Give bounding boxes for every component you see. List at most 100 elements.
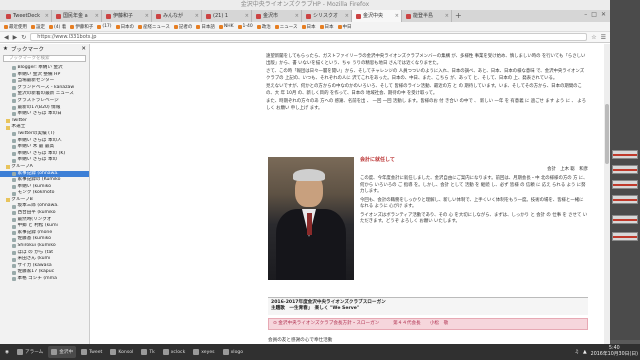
bookmark-folder[interactable]: 木運士 bbox=[0, 124, 89, 131]
bookmark-item[interactable]: Shirokui (kumiko bbox=[0, 243, 89, 250]
clock[interactable]: 5:40 2016年10月30日(日) bbox=[591, 346, 638, 358]
tab-close-icon[interactable]: × bbox=[345, 10, 351, 22]
bookmark-toolbar-item[interactable]: (17) bbox=[97, 24, 112, 29]
bookmark-item[interactable]: 奉納い さらば 本の (K) bbox=[0, 151, 89, 158]
tab-close-icon[interactable]: × bbox=[145, 10, 151, 22]
bookmark-folder[interactable]: グループB bbox=[0, 197, 89, 204]
browser-tab[interactable]: TweetDeck × bbox=[2, 10, 52, 22]
taskbar-item[interactable]: Konsol bbox=[107, 346, 136, 358]
bookmark-folder[interactable]: グループA bbox=[0, 164, 89, 171]
bookmark-item[interactable]: 坂本三郎 (ohnawa. bbox=[0, 203, 89, 210]
bookmark-search-input[interactable]: ブックマークを検索 bbox=[3, 55, 86, 62]
bookmark-toolbar-item[interactable]: (4) 着 bbox=[49, 24, 66, 30]
bookmark-star-icon[interactable]: ☆ bbox=[591, 34, 596, 41]
bookmark-item[interactable]: 家事記録の (Kumiko bbox=[0, 177, 89, 184]
forward-icon[interactable]: ▶ bbox=[13, 34, 18, 41]
background-window-thumbnail[interactable] bbox=[612, 215, 638, 224]
bookmark-toolbar-item[interactable]: 政治 bbox=[256, 24, 271, 30]
bookmark-item[interactable]: 家事記録 (mone bbox=[0, 230, 89, 237]
bookmark-item[interactable]: 金沢の新着の最新 ニュース bbox=[0, 91, 89, 98]
bookmark-item[interactable]: 佐藤家17 (kapuc bbox=[0, 269, 89, 276]
background-window-thumbnail[interactable] bbox=[612, 150, 638, 159]
taskbar-item[interactable]: アラーム bbox=[14, 346, 46, 358]
bookmark-toolbar-item[interactable]: 設定 bbox=[31, 24, 45, 30]
bookmark-item[interactable]: 中郷 と 村松 (kumi bbox=[0, 223, 89, 230]
background-window-thumbnail[interactable] bbox=[612, 180, 638, 189]
bookmark-toolbar-item[interactable]: 記者の bbox=[173, 24, 192, 30]
url-bar[interactable]: https://www.l331bots.jp bbox=[30, 33, 588, 41]
bookmark-toolbar-item[interactable]: 日本の bbox=[115, 24, 134, 30]
bookmark-toolbar-item[interactable]: 産経ニュース bbox=[138, 24, 170, 30]
taskbar-item[interactable]: xeyes bbox=[190, 346, 217, 358]
bookmark-item[interactable]: サイカ (kawasa bbox=[0, 263, 89, 270]
menu-icon[interactable]: ☰ bbox=[601, 34, 606, 41]
browser-tab[interactable]: みんなが × bbox=[152, 10, 202, 22]
taskbar-item[interactable]: 金沢中 bbox=[48, 346, 77, 358]
bookmark-item[interactable]: 奉納い さらば 本の日 bbox=[0, 111, 89, 118]
bookmark-toolbar-item[interactable]: 伊藤和子 bbox=[70, 24, 93, 30]
tab-close-icon[interactable]: × bbox=[395, 10, 401, 22]
taskbar-item[interactable]: Tweet bbox=[78, 346, 105, 358]
bookmark-toolbar-item[interactable]: 1-40 bbox=[237, 24, 253, 29]
tab-close-icon[interactable]: × bbox=[45, 10, 51, 22]
browser-tab[interactable]: 国民年金 a × bbox=[52, 10, 102, 22]
bookmark-toolbar-item[interactable]: ニュース bbox=[274, 24, 298, 30]
browser-tab[interactable]: 金沢市 × bbox=[252, 10, 302, 22]
taskbar-item[interactable]: xlogo bbox=[220, 346, 247, 358]
bookmark-item[interactable]: 当場最新センター bbox=[0, 78, 89, 85]
new-tab-button[interactable]: + bbox=[452, 10, 465, 22]
bookmark-item[interactable]: 佐藤基 (kumiko bbox=[0, 236, 89, 243]
back-icon[interactable]: ◀ bbox=[4, 34, 9, 41]
taskbar-item[interactable]: xclock bbox=[160, 346, 188, 358]
tab-close-icon[interactable]: × bbox=[195, 10, 201, 22]
bookmark-item[interactable]: グランドベース - kanazaw bbox=[0, 85, 89, 92]
close-sidebar-icon[interactable]: ✕ bbox=[81, 46, 89, 52]
browser-tab[interactable]: 金沢中央 × bbox=[352, 10, 402, 22]
bookmark-item[interactable]: ぼぼ の から (tat bbox=[0, 250, 89, 257]
browser-tab[interactable]: 能登半島 × bbox=[402, 10, 452, 22]
close-icon[interactable]: ✕ bbox=[601, 11, 606, 18]
minimize-icon[interactable]: – bbox=[584, 11, 587, 18]
taskbar-item[interactable]: Tk bbox=[138, 346, 157, 358]
bookmark-item[interactable]: 奉納い 金沢 整備 HP bbox=[0, 72, 89, 79]
background-window-thumbnail[interactable] bbox=[612, 165, 638, 174]
scroll-thumb[interactable] bbox=[605, 104, 609, 164]
bookmark-item[interactable]: 奉納い (kumiko bbox=[0, 184, 89, 191]
bookmark-item[interactable]: 奉納い 木 最 最高 bbox=[0, 144, 89, 151]
bookmark-item[interactable]: 本格 ゴシチ (mma bbox=[0, 276, 89, 283]
bookmark-toolbar-item[interactable]: 最近使用 bbox=[4, 24, 27, 30]
maximize-icon[interactable]: □ bbox=[591, 11, 597, 18]
bookmark-item[interactable]: 最然時(リンクオ bbox=[0, 217, 89, 224]
background-window-thumbnail[interactable] bbox=[612, 195, 638, 204]
vertical-scrollbar[interactable] bbox=[604, 44, 610, 344]
tab-close-icon[interactable]: × bbox=[445, 10, 451, 22]
network-icon[interactable]: ▲ bbox=[583, 350, 587, 355]
bookmark-item[interactable]: Blogger: 奉納い 金沢 bbox=[0, 65, 89, 72]
bookmark-item[interactable]: 奉納い さらば 本の bbox=[0, 157, 89, 164]
browser-tab[interactable]: シリスクオ × bbox=[302, 10, 352, 22]
background-window-thumbnail[interactable] bbox=[612, 232, 638, 241]
bookmark-item[interactable]: モンク (kokmoto bbox=[0, 190, 89, 197]
tab-close-icon[interactable]: × bbox=[95, 10, 101, 22]
section-link-bar[interactable]: ⊙ 金沢中央ライオンズクラブ会長方針・スローガン 第４４代会長 小松 敬 bbox=[268, 318, 588, 330]
start-menu-icon[interactable]: ◉ bbox=[2, 346, 12, 358]
bookmark-toolbar-item[interactable]: NHK bbox=[218, 24, 234, 29]
bookmark-item[interactable]: 奉納い さらば 本の人 bbox=[0, 138, 89, 145]
bookmark-item[interactable]: 西台田平 (kumiko bbox=[0, 210, 89, 217]
tab-close-icon[interactable]: × bbox=[295, 10, 301, 22]
reload-icon[interactable]: ↻ bbox=[21, 34, 26, 41]
bookmark-item[interactable]: 最新の17(B20) 情報 bbox=[0, 105, 89, 112]
bookmark-item[interactable]: 家事記録 (ohnawa. bbox=[0, 170, 89, 178]
browser-tab[interactable]: (21) 1 × bbox=[202, 10, 252, 22]
bookmark-folder[interactable]: Twitter bbox=[0, 118, 89, 125]
bookmark-item[interactable]: 米田さん (kumi bbox=[0, 256, 89, 263]
bookmark-item[interactable]: グラストラレベージ bbox=[0, 98, 89, 105]
bookmark-item[interactable]: Twitterの実績 (T) bbox=[0, 131, 89, 138]
bookmark-toolbar-item[interactable]: 日本 bbox=[301, 24, 316, 30]
browser-tab[interactable]: 伊藤和子 × bbox=[102, 10, 152, 22]
bookmark-toolbar-item[interactable]: 日本 bbox=[319, 24, 334, 30]
bookmark-toolbar-item[interactable]: 日本語 bbox=[196, 24, 215, 30]
volume-icon[interactable]: ♫ bbox=[575, 350, 579, 355]
tab-close-icon[interactable]: × bbox=[245, 10, 251, 22]
bookmark-toolbar-item[interactable]: 中日 bbox=[337, 24, 352, 30]
